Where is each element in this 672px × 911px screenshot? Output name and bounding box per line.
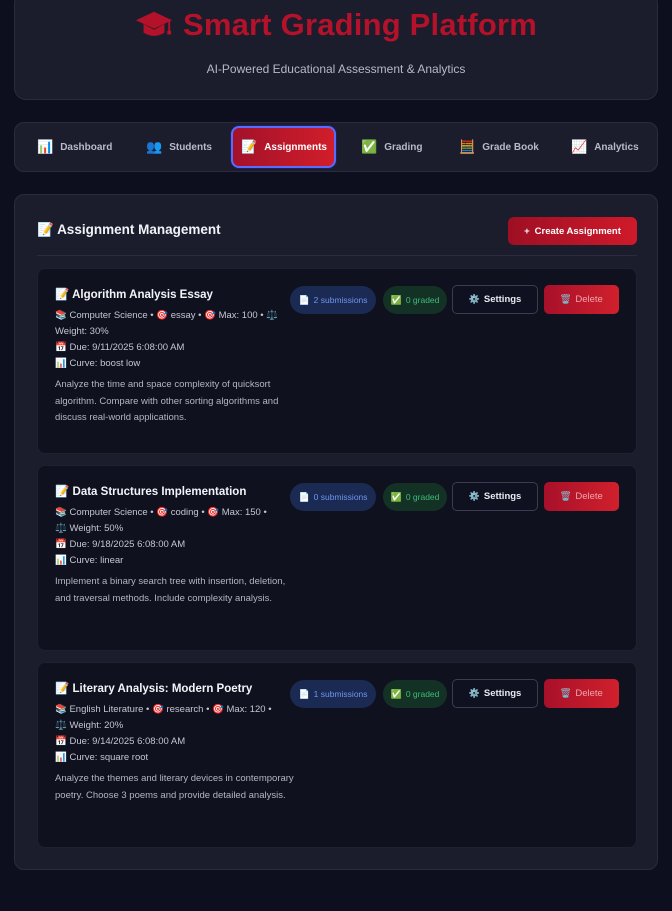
create-assignment-label: Create Assignment	[534, 225, 621, 237]
delete-label: Delete	[575, 491, 603, 502]
section-title-text: Assignment Management	[57, 222, 221, 237]
curve: 📊 Curve: square root	[55, 752, 149, 763]
meta-line: 📚 English Literature • 🎯 research • 🎯 Ma…	[55, 704, 272, 715]
settings-button[interactable]: ⚙️ Settings	[452, 679, 538, 708]
trash-icon: 🗑️	[560, 491, 572, 501]
submissions-count: 0 submissions	[313, 492, 368, 502]
tab-students[interactable]: 👥 Students	[138, 127, 220, 167]
tab-assignments[interactable]: 📝 Assignments	[231, 126, 336, 168]
title-row: Smart Grading Platform	[15, 7, 657, 43]
app-subtitle: AI-Powered Educational Assessment & Anal…	[206, 62, 466, 76]
assignment-meta: 📚 Computer Science • 🎯 coding • 🎯 Max: 1…	[55, 505, 291, 569]
graduation-cap-icon	[135, 11, 173, 36]
settings-button[interactable]: ⚙️ Settings	[452, 482, 538, 511]
app-title: Smart Grading Platform	[182, 7, 538, 42]
memo-icon: 📝	[55, 486, 70, 498]
assignment-card: 📝 Literary Analysis: Modern Poetry 📚 Eng…	[37, 662, 637, 848]
assignment-title-text: Data Structures Implementation	[72, 486, 247, 498]
check-icon: ✅	[390, 491, 402, 502]
gear-icon: ⚙️	[468, 491, 480, 501]
settings-label: Settings	[483, 688, 522, 699]
section-title: 📝 Assignment Management	[37, 222, 221, 238]
delete-button[interactable]: 🗑️ Delete	[544, 679, 619, 708]
graded-badge: ✅ 0 graded	[383, 286, 447, 314]
check-icon: ✅	[390, 294, 402, 305]
tab-grading[interactable]: ✅ Grading	[353, 127, 431, 167]
curve: 📊 Curve: linear	[55, 555, 124, 566]
gear-icon: ⚙️	[468, 688, 480, 698]
document-icon: 📄	[298, 294, 310, 305]
curve: 📊 Curve: boost low	[55, 358, 141, 369]
delete-button[interactable]: 🗑️ Delete	[544, 482, 619, 511]
due-date: 📅 Due: 9/18/2025 6:08:00 AM	[55, 539, 186, 550]
assignment-management-panel: 📝 Assignment Management + Create Assignm…	[14, 194, 658, 870]
assignment-description: Analyze the time and space complexity of…	[55, 379, 279, 423]
abacus-icon: 🧮	[459, 139, 476, 154]
meta-line: ⚖️ Weight: 20%	[55, 720, 124, 731]
assignment-title-text: Literary Analysis: Modern Poetry	[72, 683, 253, 695]
plus-icon: +	[524, 225, 530, 237]
trend-icon: 📈	[571, 139, 588, 154]
meta-line: Weight: 30%	[55, 326, 109, 337]
graded-badge: ✅ 0 graded	[383, 483, 447, 511]
tab-analytics[interactable]: 📈 Analytics	[563, 127, 647, 167]
settings-label: Settings	[483, 491, 522, 502]
memo-icon: 📝	[241, 139, 258, 154]
tab-label: Grading	[384, 141, 423, 153]
submissions-count: 2 submissions	[313, 295, 368, 305]
meta-line: ⚖️ Weight: 50%	[55, 523, 124, 534]
tab-grade-book[interactable]: 🧮 Grade Book	[451, 127, 547, 167]
chart-icon: 📊	[37, 139, 54, 154]
users-icon: 👥	[146, 139, 163, 154]
memo-icon: 📝	[55, 683, 70, 695]
document-icon: 📄	[298, 688, 310, 699]
assignment-card: 📝 Data Structures Implementation 📚 Compu…	[37, 465, 637, 651]
graded-count: 0 graded	[405, 492, 440, 502]
assignment-card: 📝 Algorithm Analysis Essay 📚 Computer Sc…	[37, 268, 637, 454]
submissions-badge: 📄 0 submissions	[290, 483, 376, 511]
graded-badge: ✅ 0 graded	[383, 680, 447, 708]
due-date: 📅 Due: 9/11/2025 6:08:00 AM	[55, 342, 185, 353]
meta-line: 📚 Computer Science • 🎯 coding • 🎯 Max: 1…	[55, 507, 267, 518]
header-card: Smart Grading Platform AI-Powered Educat…	[14, 0, 658, 100]
create-assignment-button[interactable]: + Create Assignment	[508, 217, 637, 245]
assignment-title: 📝 Literary Analysis: Modern Poetry	[55, 681, 252, 695]
tab-label: Grade Book	[482, 141, 539, 153]
document-icon: 📄	[298, 491, 310, 502]
submissions-count: 1 submissions	[313, 689, 368, 699]
settings-button[interactable]: ⚙️ Settings	[452, 285, 538, 314]
assignment-title: 📝 Data Structures Implementation	[55, 484, 246, 498]
assignment-title: 📝 Algorithm Analysis Essay	[55, 287, 213, 301]
tab-label: Students	[169, 141, 212, 153]
memo-icon: 📝	[55, 289, 70, 301]
due-date: 📅 Due: 9/14/2025 6:08:00 AM	[55, 736, 186, 747]
tab-label: Dashboard	[60, 141, 113, 153]
assignment-meta: 📚 English Literature • 🎯 research • 🎯 Ma…	[55, 702, 291, 766]
check-icon: ✅	[361, 139, 378, 154]
divider	[37, 255, 637, 256]
main-nav: 📊 Dashboard 👥 Students 📝 Assignments ✅ G…	[14, 122, 658, 172]
submissions-badge: 📄 2 submissions	[290, 286, 376, 314]
delete-label: Delete	[575, 688, 603, 699]
memo-icon: 📝	[37, 222, 54, 237]
delete-label: Delete	[575, 294, 603, 305]
settings-label: Settings	[483, 294, 522, 305]
tab-label: Analytics	[594, 141, 639, 153]
delete-button[interactable]: 🗑️ Delete	[544, 285, 619, 314]
tab-label: Assignments	[264, 141, 327, 153]
tab-dashboard[interactable]: 📊 Dashboard	[29, 127, 120, 167]
graded-count: 0 graded	[405, 689, 440, 699]
check-icon: ✅	[390, 688, 402, 699]
assignment-title-text: Algorithm Analysis Essay	[72, 289, 213, 301]
trash-icon: 🗑️	[560, 294, 572, 304]
assignment-description: Implement a binary search tree with inse…	[55, 576, 286, 604]
meta-line: 📚 Computer Science • 🎯 essay • 🎯 Max: 10…	[55, 310, 279, 321]
graded-count: 0 graded	[405, 295, 440, 305]
submissions-badge: 📄 1 submissions	[290, 680, 376, 708]
assignment-description: Analyze the themes and literary devices …	[55, 773, 294, 801]
gear-icon: ⚙️	[468, 294, 480, 304]
assignment-meta: 📚 Computer Science • 🎯 essay • 🎯 Max: 10…	[55, 308, 291, 372]
trash-icon: 🗑️	[560, 688, 572, 698]
